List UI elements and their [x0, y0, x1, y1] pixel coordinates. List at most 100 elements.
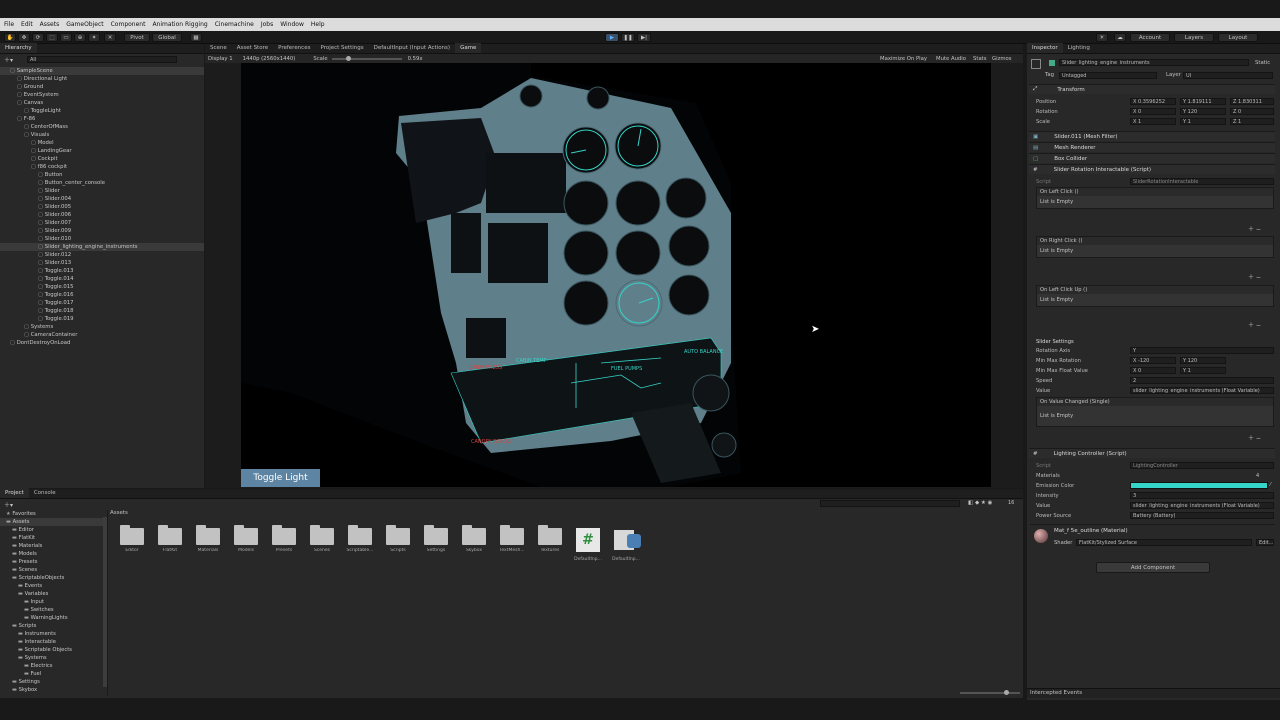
hierarchy-item[interactable]: ▢ Slider.007	[0, 219, 204, 227]
resolution-dropdown[interactable]: 1440p (2560x1440)	[243, 56, 296, 62]
hierarchy-item[interactable]: ▢ Toggle.013	[0, 267, 204, 275]
hierarchy-item[interactable]: ▢ F-86	[0, 115, 204, 123]
asset-folder[interactable]: TextMesh...	[497, 525, 527, 553]
add-event-button[interactable]: ＋ −	[1248, 433, 1261, 442]
speed-field[interactable]: 2	[1130, 377, 1274, 384]
global-toggle[interactable]: Global	[152, 33, 182, 42]
add-component-button[interactable]: Add Component	[1096, 562, 1210, 573]
static-toggle[interactable]: Static	[1255, 60, 1270, 66]
project-tree-item[interactable]: ▬ Assets	[0, 518, 107, 526]
min-float-field[interactable]: X 0	[1130, 367, 1176, 374]
position-x-field[interactable]: X 0.3596252	[1130, 98, 1176, 105]
asset-folder[interactable]: Materials	[193, 525, 223, 553]
hierarchy-item[interactable]: ▢ Systems	[0, 323, 204, 331]
project-tree-item[interactable]: ▬ Systems	[0, 654, 107, 662]
cloud-icon[interactable]: ☁	[1114, 33, 1126, 42]
menu-file[interactable]: File	[4, 21, 14, 28]
eyedropper-icon[interactable]: ⁄	[1270, 482, 1271, 488]
project-tree-item[interactable]: ▬ Skybox	[0, 686, 107, 694]
asset-folder[interactable]: FlatKit	[155, 525, 185, 553]
min-rotation-field[interactable]: X -120	[1130, 357, 1176, 364]
transform-tool-icon[interactable]: ⊕	[74, 33, 86, 42]
menu-gameobject[interactable]: GameObject	[66, 21, 103, 28]
hierarchy-item[interactable]: ▢ ToggleLight	[0, 107, 204, 115]
hierarchy-item[interactable]: ▢ CenterOfMass	[0, 123, 204, 131]
project-tree-item[interactable]: ▬ FlatKit	[0, 534, 107, 542]
position-z-field[interactable]: Z 1.830311	[1230, 98, 1274, 105]
max-rotation-field[interactable]: Y 120	[1180, 357, 1226, 364]
emission-color-swatch[interactable]	[1130, 482, 1268, 489]
toggle-light-button[interactable]: Toggle Light	[241, 469, 320, 487]
project-tree-item[interactable]: ▬ Editor	[0, 526, 107, 534]
project-tree-item[interactable]: ▬ Settings	[0, 678, 107, 686]
hierarchy-item[interactable]: ▢ Slider.005	[0, 203, 204, 211]
hierarchy-item[interactable]: ▢ Toggle.015	[0, 283, 204, 291]
menu-jobs[interactable]: Jobs	[261, 21, 273, 28]
grid-icon[interactable]: ▦	[190, 33, 202, 42]
hierarchy-item[interactable]: ▢ LandingGear	[0, 147, 204, 155]
hierarchy-item[interactable]: ▢ Button	[0, 171, 204, 179]
tab-project[interactable]: Project	[0, 488, 29, 498]
project-tree-item[interactable]: ▬ Instruments	[0, 630, 107, 638]
active-checkbox[interactable]	[1049, 60, 1055, 66]
tab-default-input[interactable]: DefaultInput (Input Actions)	[369, 43, 455, 53]
intercepted-events-bar[interactable]: Intercepted Events	[1027, 688, 1280, 698]
hierarchy-item[interactable]: ▢ Slider.010	[0, 235, 204, 243]
rotate-tool-icon[interactable]: ⟳	[32, 33, 44, 42]
tab-inspector[interactable]: Inspector	[1027, 43, 1063, 53]
project-tree-scrollbar[interactable]	[103, 517, 107, 687]
lighting-value-field[interactable]: slider_lighting_engine_instruments (Floa…	[1130, 502, 1274, 509]
pivot-toggle[interactable]: Pivot	[124, 33, 150, 42]
mesh-filter-header[interactable]: ▣ Slider.011 (Mesh Filter)	[1029, 131, 1275, 141]
project-tree-item[interactable]: ▬ Input	[0, 598, 107, 606]
input-actions-icon[interactable]	[612, 528, 644, 552]
hierarchy-item[interactable]: ▢ Slider.012	[0, 251, 204, 259]
menu-assets[interactable]: Assets	[40, 21, 60, 28]
slider-script-header[interactable]: # Slider Rotation Interactable (Script)	[1029, 164, 1275, 174]
hierarchy-item[interactable]: ▢ Toggle.019	[0, 315, 204, 323]
asset-folder[interactable]: Scripts	[383, 525, 413, 553]
project-tree-item[interactable]: ▬ Switches	[0, 606, 107, 614]
shader-dropdown[interactable]: FlatKit/Stylized Surface	[1076, 539, 1252, 546]
layers-dropdown[interactable]: Layers	[1174, 33, 1214, 42]
tab-preferences[interactable]: Preferences	[273, 43, 315, 53]
tab-asset-store[interactable]: Asset Store	[232, 43, 273, 53]
tab-console[interactable]: Console	[29, 488, 61, 498]
gizmos-dropdown[interactable]: Gizmos	[992, 56, 1012, 62]
tab-lighting[interactable]: Lighting	[1063, 43, 1095, 53]
project-tree-item[interactable]: ▬ Electrics	[0, 662, 107, 670]
project-tree-item[interactable]: ▬ Interactable	[0, 638, 107, 646]
project-tree-item[interactable]: ▬ Presets	[0, 558, 107, 566]
hierarchy-item[interactable]: ▢ Canvas	[0, 99, 204, 107]
tab-hierarchy[interactable]: Hierarchy	[0, 43, 37, 53]
asset-folder[interactable]: Skybox	[459, 525, 489, 553]
project-tree-item[interactable]: ▬ Fuel	[0, 670, 107, 678]
move-tool-icon[interactable]: ✥	[18, 33, 30, 42]
step-button[interactable]: ▶|	[637, 33, 651, 42]
project-search-input[interactable]	[820, 500, 960, 507]
hierarchy-item[interactable]: ▢ Directional Light	[0, 75, 204, 83]
project-tree-item[interactable]: ▬ Events	[0, 582, 107, 590]
layout-dropdown[interactable]: Layout	[1218, 33, 1258, 42]
asset-folder[interactable]: Textures	[535, 525, 565, 553]
menu-window[interactable]: Window	[280, 21, 304, 28]
pause-button[interactable]: ❚❚	[621, 33, 635, 42]
asset-folder[interactable]: Scriptable...	[345, 525, 375, 553]
scale-x-field[interactable]: X 1	[1130, 118, 1176, 125]
asset-folder[interactable]: Models	[231, 525, 261, 553]
hand-tool-icon[interactable]: ✋	[4, 33, 16, 42]
tag-dropdown[interactable]: Untagged	[1059, 72, 1157, 79]
hierarchy-item[interactable]: ▢ Cockpit	[0, 155, 204, 163]
rotation-x-field[interactable]: X 0	[1130, 108, 1176, 115]
position-y-field[interactable]: Y 1.819111	[1180, 98, 1226, 105]
tab-scene[interactable]: Scene	[205, 43, 232, 53]
power-source-field[interactable]: Battery (Battery)	[1130, 512, 1274, 519]
project-tree-item[interactable]: ▬ WarningLights	[0, 614, 107, 622]
layer-dropdown[interactable]: UI	[1183, 72, 1273, 79]
menu-animation-rigging[interactable]: Animation Rigging	[152, 21, 207, 28]
filter-icons[interactable]: ◧ ◆ ★ ◉	[968, 500, 992, 506]
rotation-y-field[interactable]: Y 120	[1180, 108, 1226, 115]
custom-tool-icon[interactable]: ✦	[88, 33, 100, 42]
box-collider-header[interactable]: ▢ Box Collider	[1029, 153, 1275, 163]
hierarchy-item[interactable]: ▢ Toggle.014	[0, 275, 204, 283]
